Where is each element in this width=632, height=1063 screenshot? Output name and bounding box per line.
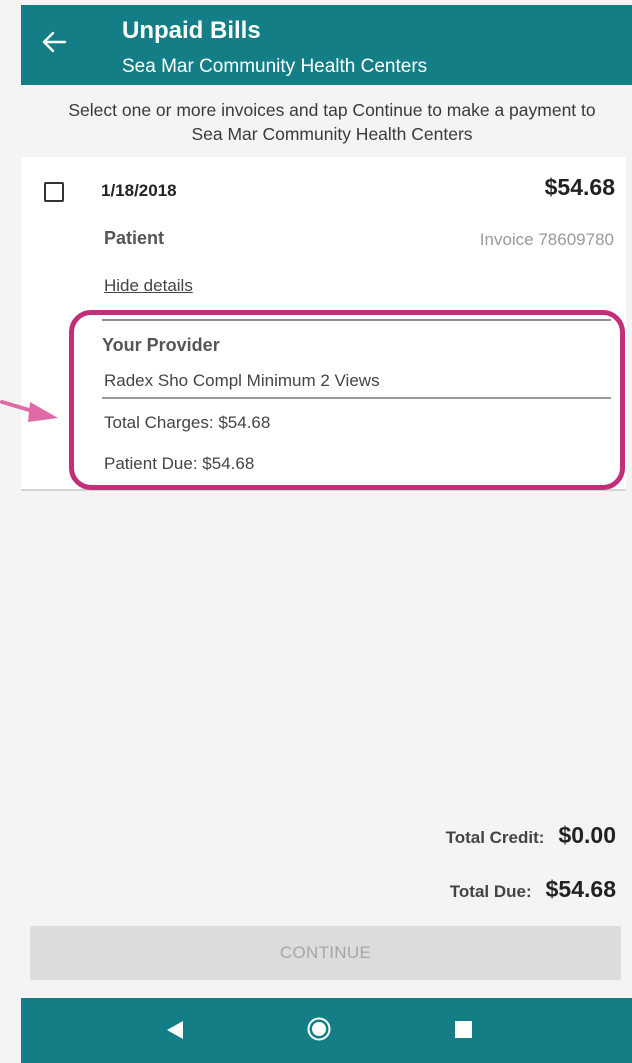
invoice-date: 1/18/2018 — [101, 181, 177, 200]
system-nav-bar — [21, 998, 632, 1063]
continue-button[interactable]: CONTINUE — [30, 926, 621, 980]
highlight-annotation — [69, 310, 625, 490]
invoice-number: Invoice 78609780 — [479, 230, 614, 249]
total-credit-value: $0.00 — [558, 822, 616, 848]
total-credit-row: Total Credit: $0.00 — [446, 822, 616, 849]
invoice-checkbox[interactable] — [44, 182, 64, 202]
square-recents-icon[interactable] — [455, 1021, 472, 1038]
triangle-back-icon[interactable] — [166, 1020, 184, 1040]
arrow-right-icon — [0, 400, 58, 422]
app-bar: Unpaid Bills Sea Mar Community Health Ce… — [21, 5, 632, 85]
page-subtitle: Sea Mar Community Health Centers — [122, 56, 428, 77]
total-credit-label: Total Credit: — [445, 828, 545, 847]
arrow-left-icon[interactable] — [41, 31, 67, 53]
patient-label: Patient — [104, 228, 165, 248]
invoice-amount: $54.68 — [544, 174, 615, 200]
total-due-label: Total Due: — [449, 882, 532, 901]
total-due-value: $54.68 — [545, 876, 616, 902]
instruction-text: Select one or more invoices and tap Cont… — [68, 100, 596, 144]
total-due-row: Total Due: $54.68 — [450, 876, 616, 903]
page-title: Unpaid Bills — [122, 17, 261, 44]
hide-details-link[interactable]: Hide details — [104, 276, 193, 296]
circle-home-icon[interactable] — [307, 1017, 331, 1041]
